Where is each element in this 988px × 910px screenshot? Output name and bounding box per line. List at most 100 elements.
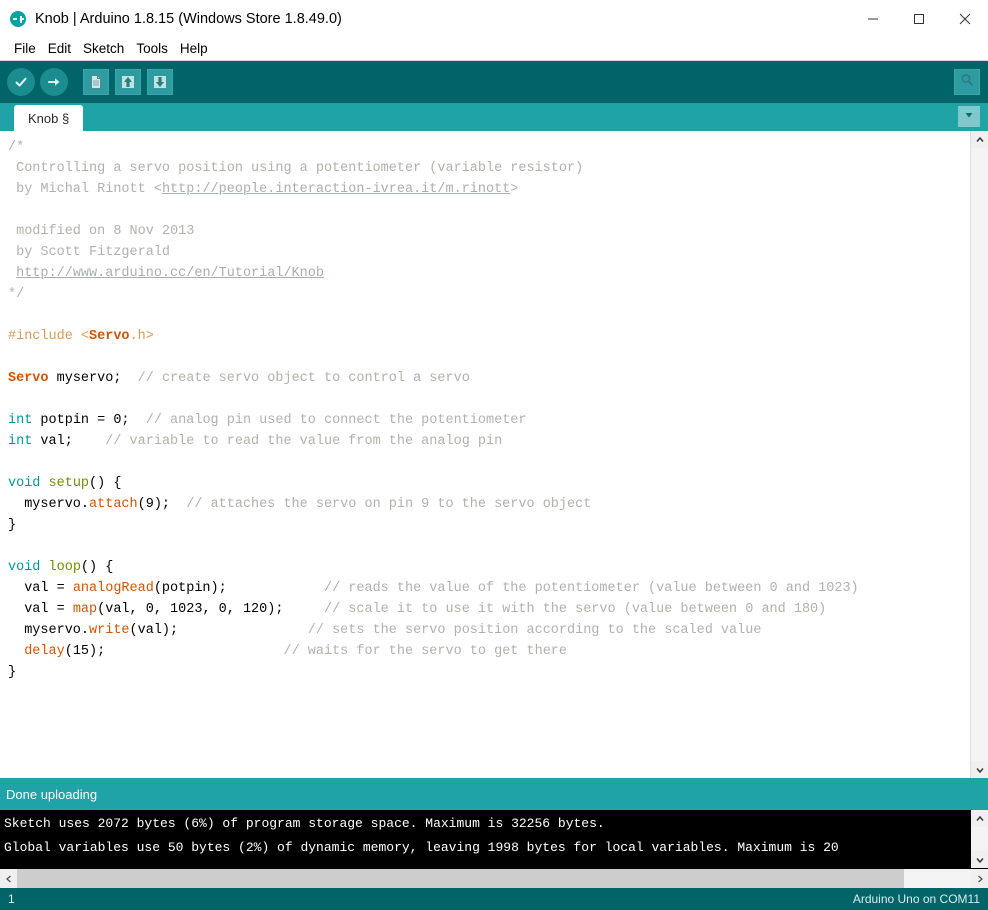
board-port-indicator: Arduino Uno on COM11 — [852, 892, 980, 906]
hscroll-right-icon[interactable] — [971, 869, 988, 888]
console-line: Global variables use 50 bytes (2%) of dy… — [4, 840, 839, 855]
serial-monitor-button[interactable] — [954, 69, 980, 95]
arrow-down-icon — [152, 74, 168, 90]
open-sketch-button[interactable] — [115, 69, 141, 95]
window-title: Knob | Arduino 1.8.15 (Windows Store 1.8… — [35, 11, 342, 27]
code-token: write — [89, 623, 130, 638]
hscroll-thumb[interactable] — [17, 869, 905, 888]
tab-knob[interactable]: Knob § — [14, 105, 84, 131]
menu-item-help[interactable]: Help — [174, 39, 214, 59]
code-token: > — [510, 182, 519, 197]
new-sketch-button[interactable] — [83, 69, 109, 95]
code-line: Servo myservo; // create servo object to… — [8, 368, 970, 389]
code-line: val = map(val, 0, 1023, 0, 120); // scal… — [8, 599, 970, 620]
code-token: attach — [89, 497, 138, 512]
verify-button[interactable] — [7, 68, 35, 96]
status-message: Done uploading — [6, 786, 98, 802]
arduino-logo-icon — [10, 11, 26, 27]
code-token: (9); — [137, 497, 187, 512]
console-scroll-up-icon[interactable] — [971, 810, 988, 827]
code-content: /* Controlling a servo position using a … — [8, 137, 970, 683]
scroll-up-icon[interactable] — [971, 131, 988, 148]
code-token: (15); — [64, 644, 284, 659]
bottom-status-bar: 1 Arduino Uno on COM11 — [0, 888, 988, 910]
console-horizontal-scrollbar[interactable] — [0, 868, 988, 888]
line-number-indicator: 1 — [8, 892, 15, 906]
code-token: analogRead — [72, 581, 154, 596]
title-bar: Knob | Arduino 1.8.15 (Windows Store 1.8… — [0, 0, 988, 38]
code-token: // attaches the servo on pin 9 to the se… — [186, 497, 592, 512]
hscroll-track[interactable] — [17, 869, 971, 888]
menu-item-edit[interactable]: Edit — [42, 39, 77, 59]
console-scroll-track[interactable] — [971, 827, 988, 851]
chevron-down-icon — [963, 108, 975, 126]
code-token: // sets the servo position according to … — [307, 623, 762, 638]
close-icon[interactable] — [942, 0, 988, 38]
arrow-right-circle-icon — [46, 74, 62, 90]
code-editor[interactable]: /* Controlling a servo position using a … — [0, 131, 970, 778]
menu-item-tools[interactable]: Tools — [130, 39, 174, 59]
code-token: modified on 8 Nov 2013 — [8, 224, 195, 239]
code-token: */ — [8, 287, 25, 302]
code-token: < — [80, 329, 90, 344]
code-line: */ — [8, 284, 970, 305]
code-token: int — [8, 434, 33, 449]
hscroll-left-icon[interactable] — [0, 869, 17, 888]
code-token: Servo — [8, 371, 49, 386]
maximize-icon[interactable] — [896, 0, 942, 38]
code-token: map — [72, 602, 98, 617]
console-scroll-down-icon[interactable] — [971, 851, 988, 868]
code-token: // reads the value of the potentiometer … — [323, 581, 859, 596]
code-token: http://people.interaction-ivrea.it/m.rin… — [161, 182, 511, 197]
menu-item-file[interactable]: File — [8, 39, 42, 59]
code-token: (val); — [129, 623, 308, 638]
code-line: /* — [8, 137, 970, 158]
code-token: Servo — [89, 329, 130, 344]
code-token: Controlling a servo position using a pot… — [8, 161, 584, 176]
title-bar-left: Knob | Arduino 1.8.15 (Windows Store 1.8… — [0, 11, 342, 27]
magnifier-icon — [959, 72, 975, 93]
code-line: delay(15); // waits for the servo to get… — [8, 641, 970, 662]
window-controls — [850, 0, 988, 38]
tab-menu-button[interactable] — [958, 106, 980, 127]
editor-scroll-track[interactable] — [971, 148, 988, 761]
code-token: #include — [8, 329, 81, 344]
code-line: myservo.attach(9); // attaches the servo… — [8, 494, 970, 515]
code-token: loop — [48, 560, 81, 575]
code-line: by Scott Fitzgerald — [8, 242, 970, 263]
scroll-down-icon[interactable] — [971, 761, 988, 778]
code-token: // waits for the servo to get there — [283, 644, 568, 659]
code-line: val = analogRead(potpin); // reads the v… — [8, 578, 970, 599]
code-token: by Scott Fitzgerald — [8, 245, 171, 260]
console-vertical-scrollbar[interactable] — [971, 810, 988, 868]
code-token: val = — [8, 581, 73, 596]
minimize-icon[interactable] — [850, 0, 896, 38]
editor-vertical-scrollbar[interactable] — [970, 131, 988, 778]
code-token: // variable to read the value from the a… — [105, 434, 503, 449]
code-line: void loop() { — [8, 557, 970, 578]
save-sketch-button[interactable] — [147, 69, 173, 95]
code-token: () { — [80, 560, 114, 575]
arduino-ide-window: Knob | Arduino 1.8.15 (Windows Store 1.8… — [0, 0, 988, 910]
code-token: val = — [8, 602, 73, 617]
new-document-icon — [88, 74, 104, 90]
check-circle-icon — [13, 74, 29, 90]
console-output[interactable]: Sketch uses 2072 bytes (6%) of program s… — [0, 810, 971, 868]
code-token: val; — [32, 434, 106, 449]
code-line: Controlling a servo position using a pot… — [8, 158, 970, 179]
upload-button[interactable] — [40, 68, 68, 96]
status-strip: Done uploading — [0, 778, 988, 810]
menu-item-sketch[interactable]: Sketch — [77, 39, 130, 59]
code-token: myservo. — [8, 623, 90, 638]
code-token: myservo; — [48, 371, 138, 386]
code-line: int potpin = 0; // analog pin used to co… — [8, 410, 970, 431]
code-token: (potpin); — [153, 581, 324, 596]
code-token: int — [8, 413, 33, 428]
